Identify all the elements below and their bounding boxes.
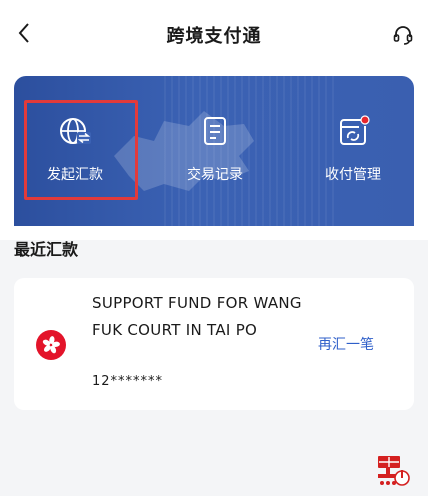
header-bar: 跨境支付通	[0, 0, 428, 70]
document-list-icon	[204, 117, 226, 145]
transaction-records-label: 交易记录	[187, 167, 243, 183]
payment-management-label: 收付管理	[325, 167, 381, 183]
card-manage-icon	[340, 115, 370, 145]
highlight-box	[24, 100, 138, 200]
hei-floating-icon	[378, 456, 410, 486]
customer-service-button[interactable]	[390, 22, 416, 48]
headset-icon	[393, 26, 413, 45]
recent-payee-card[interactable]: SUPPORT FUND FOR WANG FUK COURT IN TAI P…	[14, 278, 414, 410]
payee-name: SUPPORT FUND FOR WANG FUK COURT IN TAI P…	[92, 294, 302, 339]
hong-kong-flag-icon	[36, 330, 66, 360]
remit-again-link[interactable]: 再汇一笔	[318, 334, 374, 354]
transaction-records-button[interactable]: 交易记录	[160, 106, 270, 196]
account-number: 12*******	[92, 374, 164, 389]
bauhinia-icon	[42, 336, 60, 354]
payment-management-button[interactable]: 收付管理	[298, 106, 408, 196]
section-title: 最近汇款	[14, 240, 79, 259]
floating-widget[interactable]	[372, 452, 412, 488]
page-title: 跨境支付通	[166, 26, 262, 47]
